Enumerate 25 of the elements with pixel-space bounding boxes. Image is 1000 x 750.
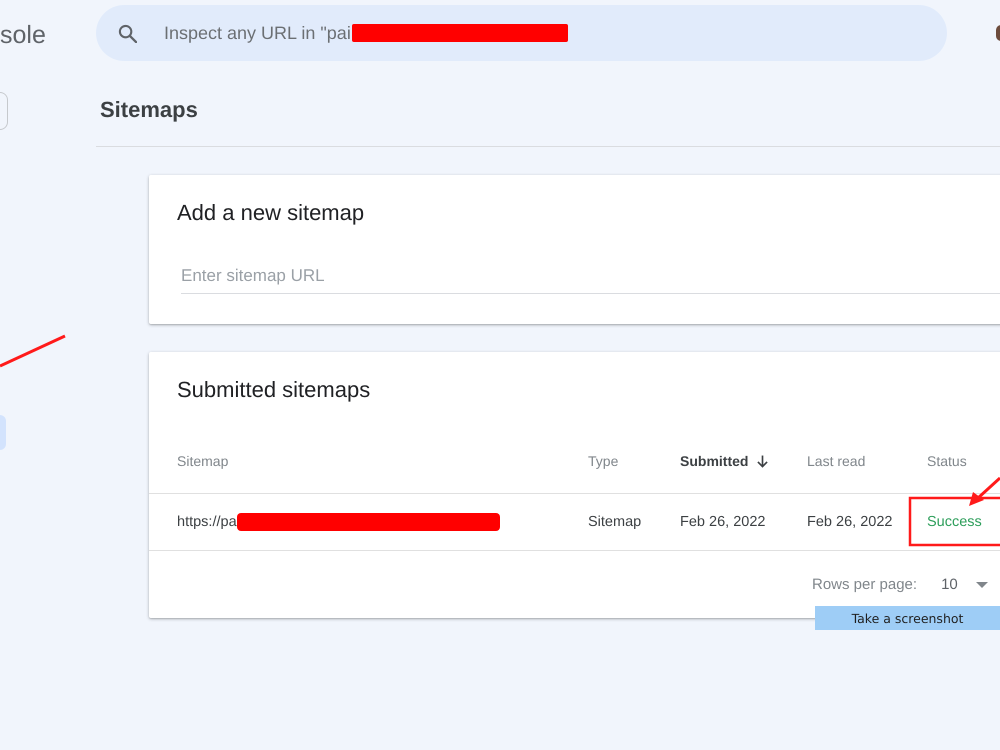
sitemap-url[interactable]: https://pa (177, 514, 237, 530)
column-header[interactable]: Status (927, 453, 967, 469)
column-header[interactable]: Submitted (680, 453, 748, 469)
card-title: Submitted sitemaps (177, 376, 370, 404)
table-cell: Sitemap (588, 514, 642, 530)
arrow-down-icon[interactable] (757, 454, 768, 468)
card-title: Add a new sitemap (177, 199, 364, 227)
rows-per-page-label: Rows per page: (812, 576, 918, 593)
search-icon (118, 24, 137, 42)
search-field[interactable]: Inspect any URL in "pai (96, 5, 947, 61)
table-cell: Feb 26, 2022 (680, 514, 766, 530)
avatar-icon[interactable] (996, 25, 1000, 41)
screenshot-tooltip: Take a screenshot (815, 606, 1000, 630)
product-name: sole (0, 20, 46, 50)
column-header[interactable]: Sitemap (177, 453, 228, 469)
rows-per-page-value[interactable]: 10 (941, 576, 958, 593)
annotation-line (0, 334, 66, 368)
sitemap-url-field[interactable]: Enter sitemap URL (181, 258, 1000, 294)
caret-icon[interactable] (976, 582, 988, 588)
column-header[interactable]: Last read (807, 453, 866, 469)
page-title: Sitemaps (100, 96, 198, 124)
annotation-arrow (969, 476, 1000, 506)
status-text: Success (927, 514, 982, 530)
table-cell: Feb 26, 2022 (807, 514, 892, 530)
column-header[interactable]: Type (588, 453, 618, 469)
